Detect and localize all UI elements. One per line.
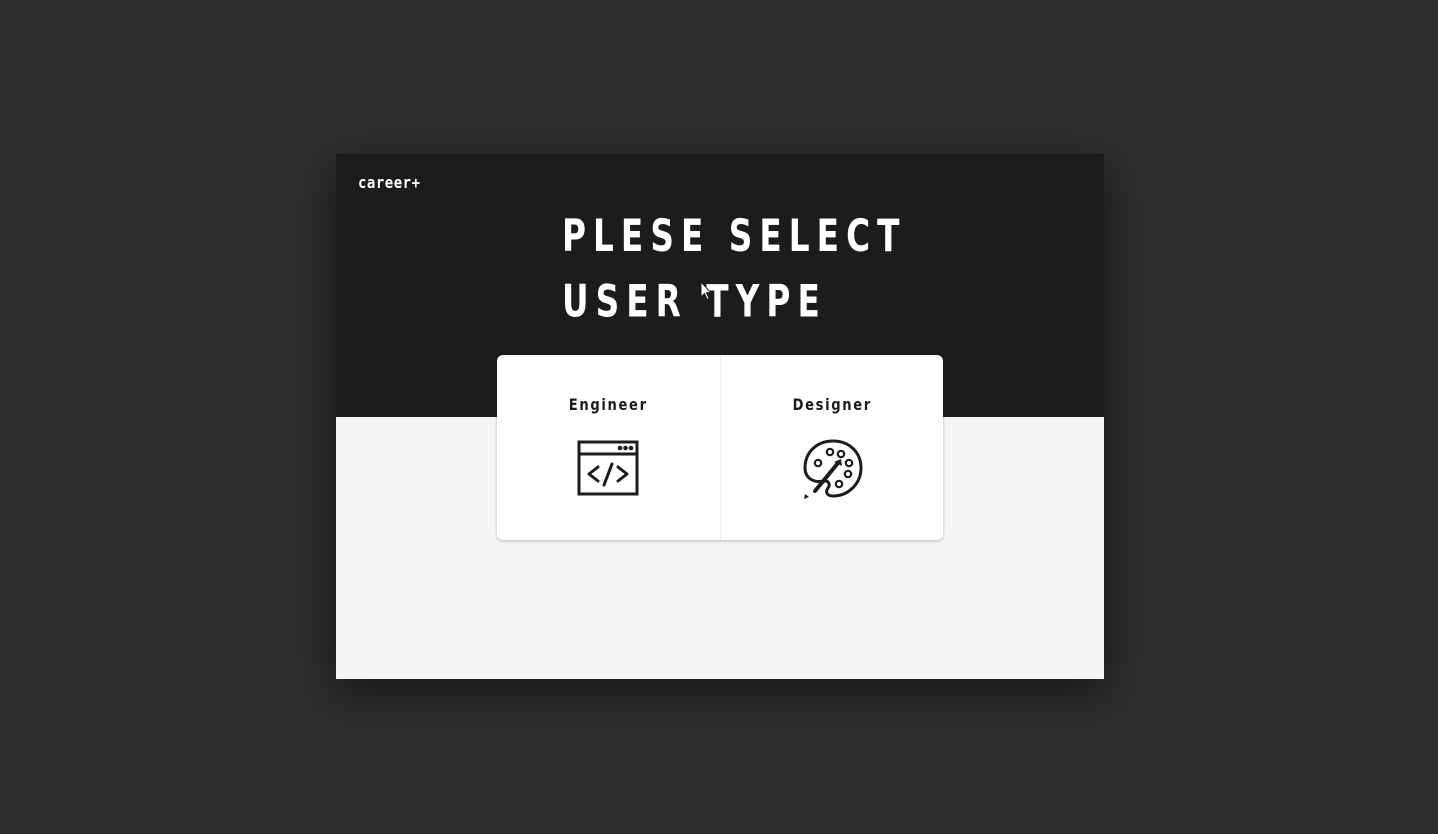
designer-option-card[interactable]: Designer <box>719 355 944 540</box>
app-window: career+ PLESE SELECT USER TYPE Engineer … <box>336 154 1104 679</box>
paint-palette-icon <box>803 439 863 499</box>
engineer-option-card[interactable]: Engineer <box>497 355 720 540</box>
user-type-selector: Engineer Designer <box>497 355 943 540</box>
engineer-option-label: Engineer <box>568 395 648 414</box>
code-window-icon <box>577 440 639 496</box>
logo[interactable]: career+ <box>358 174 421 192</box>
designer-option-label: Designer <box>792 395 872 414</box>
mouse-cursor-icon <box>700 281 712 301</box>
page-title-line-1: PLESE SELECT <box>562 210 907 262</box>
page-title: PLESE SELECT USER TYPE <box>562 204 907 334</box>
page-title-line-2: USER TYPE <box>562 275 827 327</box>
